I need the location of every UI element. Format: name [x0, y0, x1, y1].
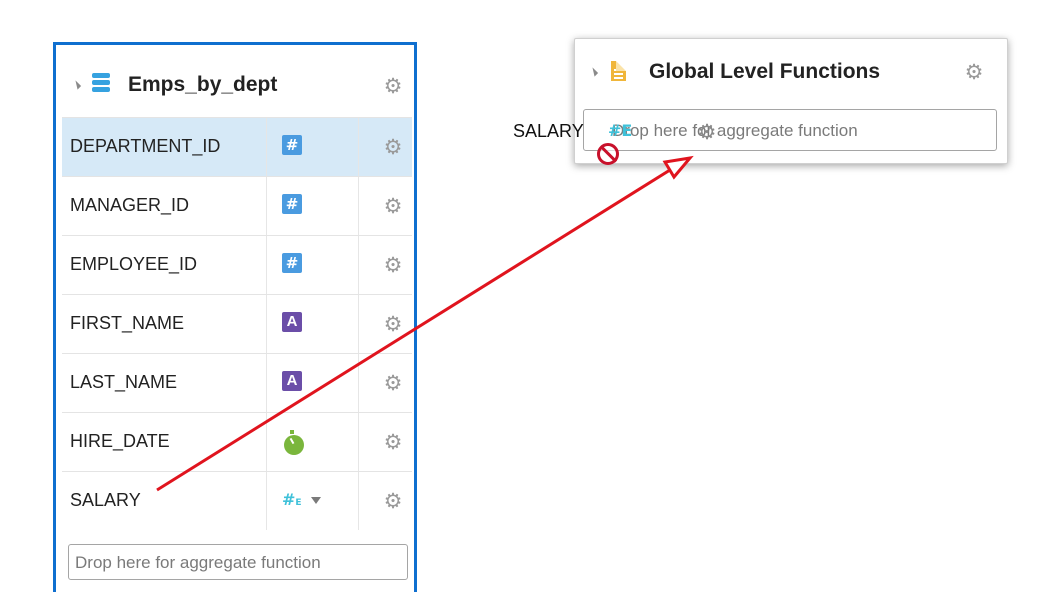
drag-arrow-annotation — [156, 155, 694, 492]
